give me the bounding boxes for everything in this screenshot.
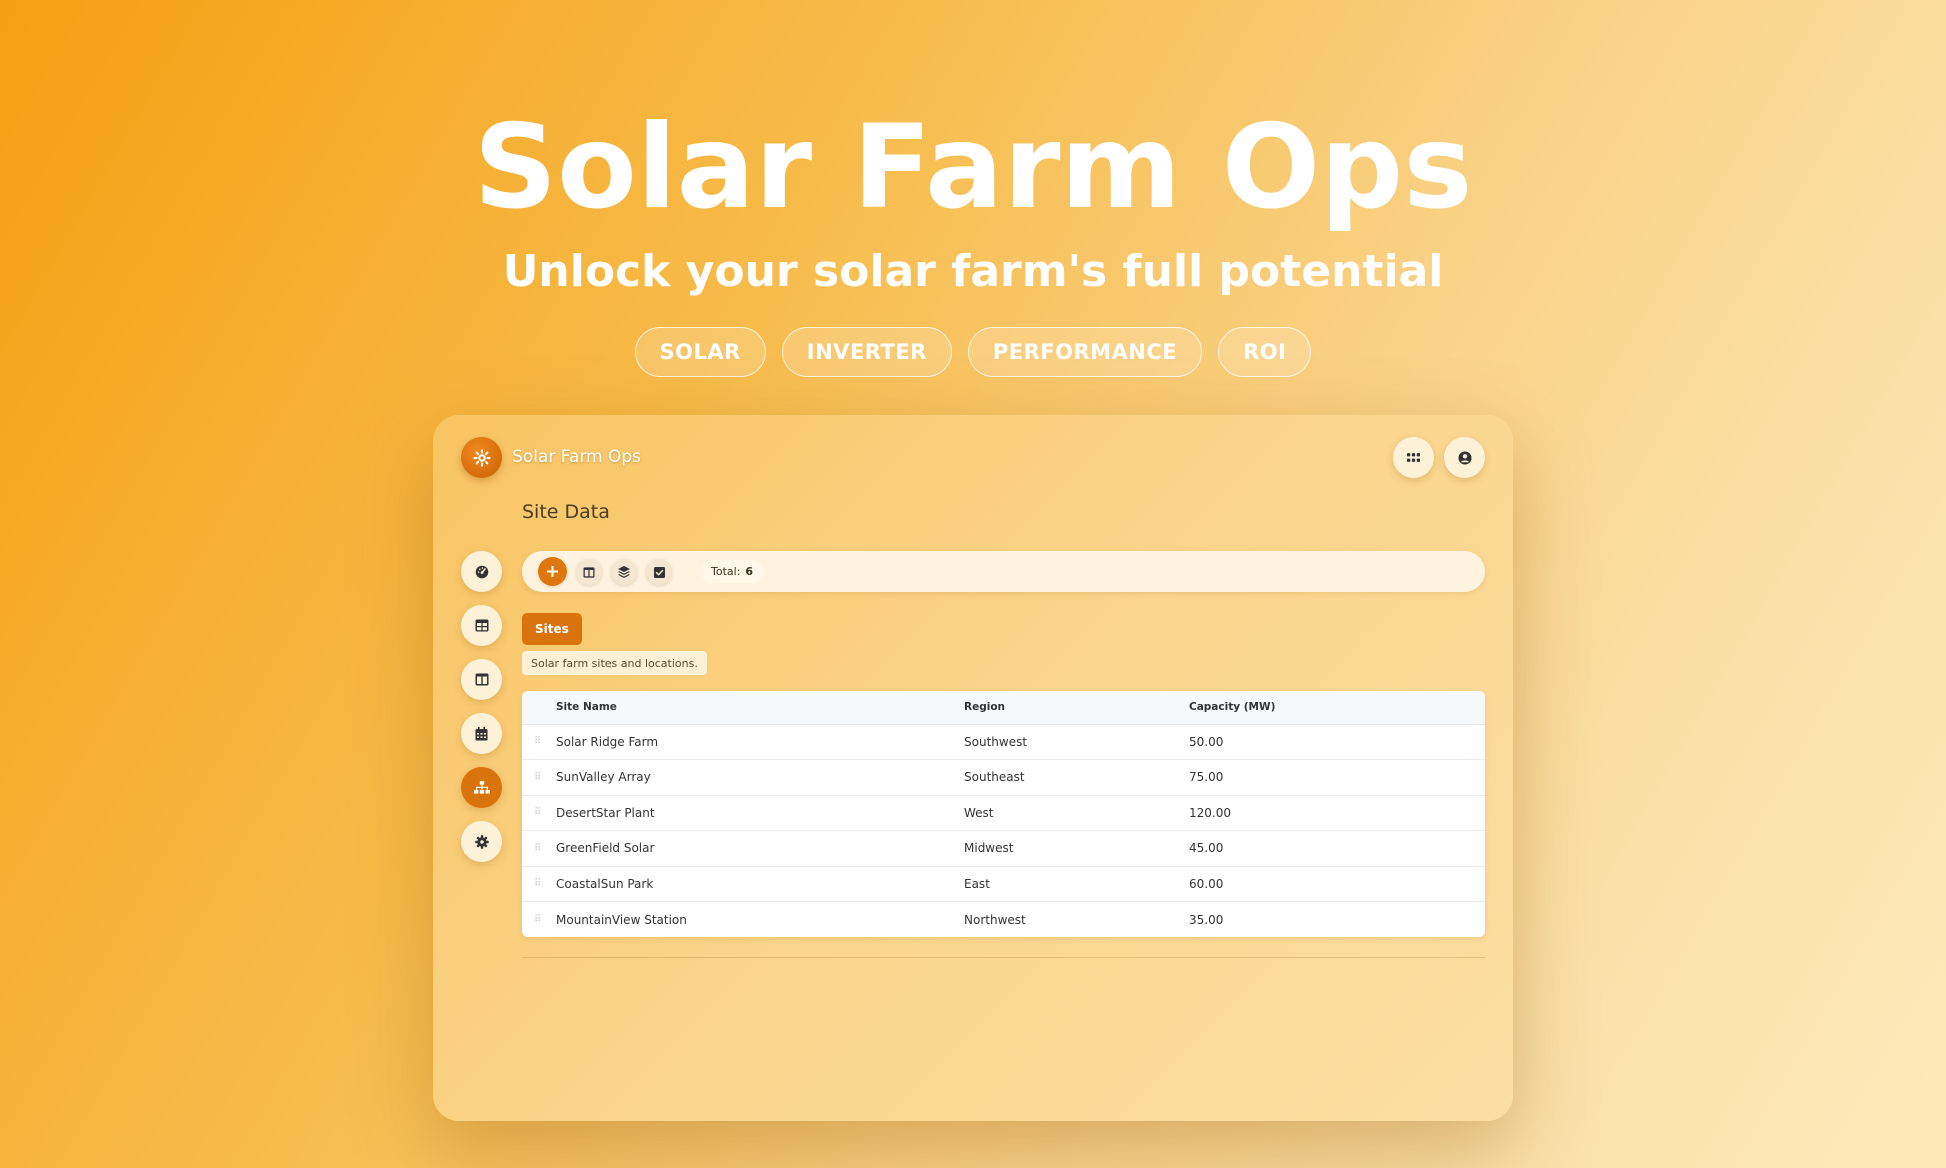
drag-handle-icon[interactable]: ⠿: [522, 724, 556, 760]
hero-title: Solar Farm Ops: [473, 100, 1473, 235]
drag-handle-icon[interactable]: ⠿: [522, 795, 556, 831]
table-row[interactable]: ⠿ MountainView Station Northwest 35.00: [522, 902, 1485, 938]
user-account-button[interactable]: [1444, 437, 1485, 478]
cell-region: Southwest: [964, 724, 1189, 760]
table-row[interactable]: ⠿ GreenField Solar Midwest 45.00: [522, 830, 1485, 867]
drag-handle-icon[interactable]: ⠿: [522, 830, 556, 867]
column-header-region[interactable]: Region: [964, 691, 1189, 725]
drag-handle-icon[interactable]: ⠿: [522, 902, 556, 938]
cell-site-name: MountainView Station: [556, 912, 687, 927]
sidebar-item-sitemap[interactable]: [461, 767, 502, 808]
app-name: Solar Farm Ops: [512, 447, 642, 467]
hero-tags: SOLAR INVERTER PERFORMANCE ROI: [0, 327, 1946, 377]
sites-table: Site Name Region Capacity (MW) ⠿ Solar R…: [522, 691, 1485, 937]
sidebar-item-dashboard[interactable]: [461, 551, 502, 592]
apps-grid-button[interactable]: [1393, 437, 1434, 478]
cell-capacity: 60.00: [1189, 866, 1485, 902]
app-logo[interactable]: [461, 437, 502, 478]
plus-icon: [547, 566, 558, 577]
sidebar-item-settings[interactable]: [461, 821, 502, 862]
add-button[interactable]: [538, 557, 567, 586]
columns-icon: [583, 566, 595, 578]
total-value: 6: [745, 565, 754, 578]
column-header-capacity[interactable]: Capacity (MW): [1189, 691, 1485, 725]
table-row[interactable]: ⠿ Solar Ridge Farm Southwest 50.00: [522, 724, 1485, 760]
columns-view-button[interactable]: [576, 559, 602, 585]
cell-site-name: Solar Ridge Farm: [556, 724, 964, 760]
cell-capacity: 45.00: [1189, 830, 1485, 867]
cell-region: East: [964, 866, 1189, 902]
sitemap-icon: [473, 781, 490, 794]
settings-icon: [474, 834, 489, 849]
column-header-site-name[interactable]: Site Name: [556, 691, 964, 725]
select-check-button[interactable]: [646, 559, 672, 585]
cell-site-name: GreenField Solar: [556, 830, 964, 867]
table-icon: [475, 619, 488, 632]
hero-subtitle: Unlock your solar farm's full potential: [502, 246, 1444, 297]
user-circle-icon: [1458, 451, 1471, 464]
columns-icon: [475, 673, 488, 686]
cell-site-name: CoastalSun Park: [556, 866, 964, 902]
cell-region: West: [964, 795, 1189, 831]
tag-performance: PERFORMANCE: [967, 327, 1203, 377]
tag-solar: SOLAR: [634, 327, 766, 377]
calendar-icon: [475, 726, 488, 740]
total-label: Total:: [711, 565, 741, 578]
cell-region: Southeast: [964, 759, 1189, 796]
cell-capacity: 35.00: [1189, 912, 1224, 927]
cell-capacity: 75.00: [1189, 759, 1485, 796]
page-title: Site Data: [522, 501, 610, 523]
table-row[interactable]: ⠿ SunValley Array Southeast 75.00: [522, 759, 1485, 796]
drag-handle-icon[interactable]: ⠿: [522, 759, 556, 796]
sidebar-item-calendar[interactable]: [461, 713, 502, 754]
tab-sites[interactable]: Sites: [522, 613, 582, 645]
cell-capacity: 50.00: [1189, 724, 1485, 760]
layers-icon: [618, 566, 630, 578]
dashboard-icon: [475, 565, 488, 578]
table-header-row: Site Name Region Capacity (MW): [522, 691, 1485, 725]
layers-button[interactable]: [611, 559, 637, 585]
drag-handle-icon[interactable]: ⠿: [522, 866, 556, 902]
table-row[interactable]: ⠿ CoastalSun Park East 60.00: [522, 866, 1485, 902]
tag-inverter: INVERTER: [781, 327, 952, 377]
sidebar-item-table[interactable]: [461, 605, 502, 646]
app-window: Solar Farm Ops Site Data Total: 6 Sites …: [433, 415, 1513, 1121]
checkbox-icon: [653, 566, 665, 578]
tab-description: Solar farm sites and locations.: [522, 651, 707, 675]
grid-icon: [1407, 453, 1420, 462]
cell-region: Northwest: [964, 912, 1026, 927]
divider: [522, 957, 1485, 958]
cell-site-name: SunValley Array: [556, 759, 964, 796]
sidebar-item-columns[interactable]: [461, 659, 502, 700]
cell-capacity: 120.00: [1189, 795, 1485, 831]
total-count: Total: 6: [701, 560, 764, 583]
sun-gear-icon: [472, 448, 491, 467]
cell-site-name: DesertStar Plant: [556, 795, 964, 831]
cell-region: Midwest: [964, 830, 1189, 867]
table-row[interactable]: ⠿ DesertStar Plant West 120.00: [522, 795, 1485, 831]
drag-column-header: [522, 691, 556, 725]
toolbar: Total: 6: [522, 551, 1485, 592]
tag-roi: ROI: [1218, 327, 1312, 377]
